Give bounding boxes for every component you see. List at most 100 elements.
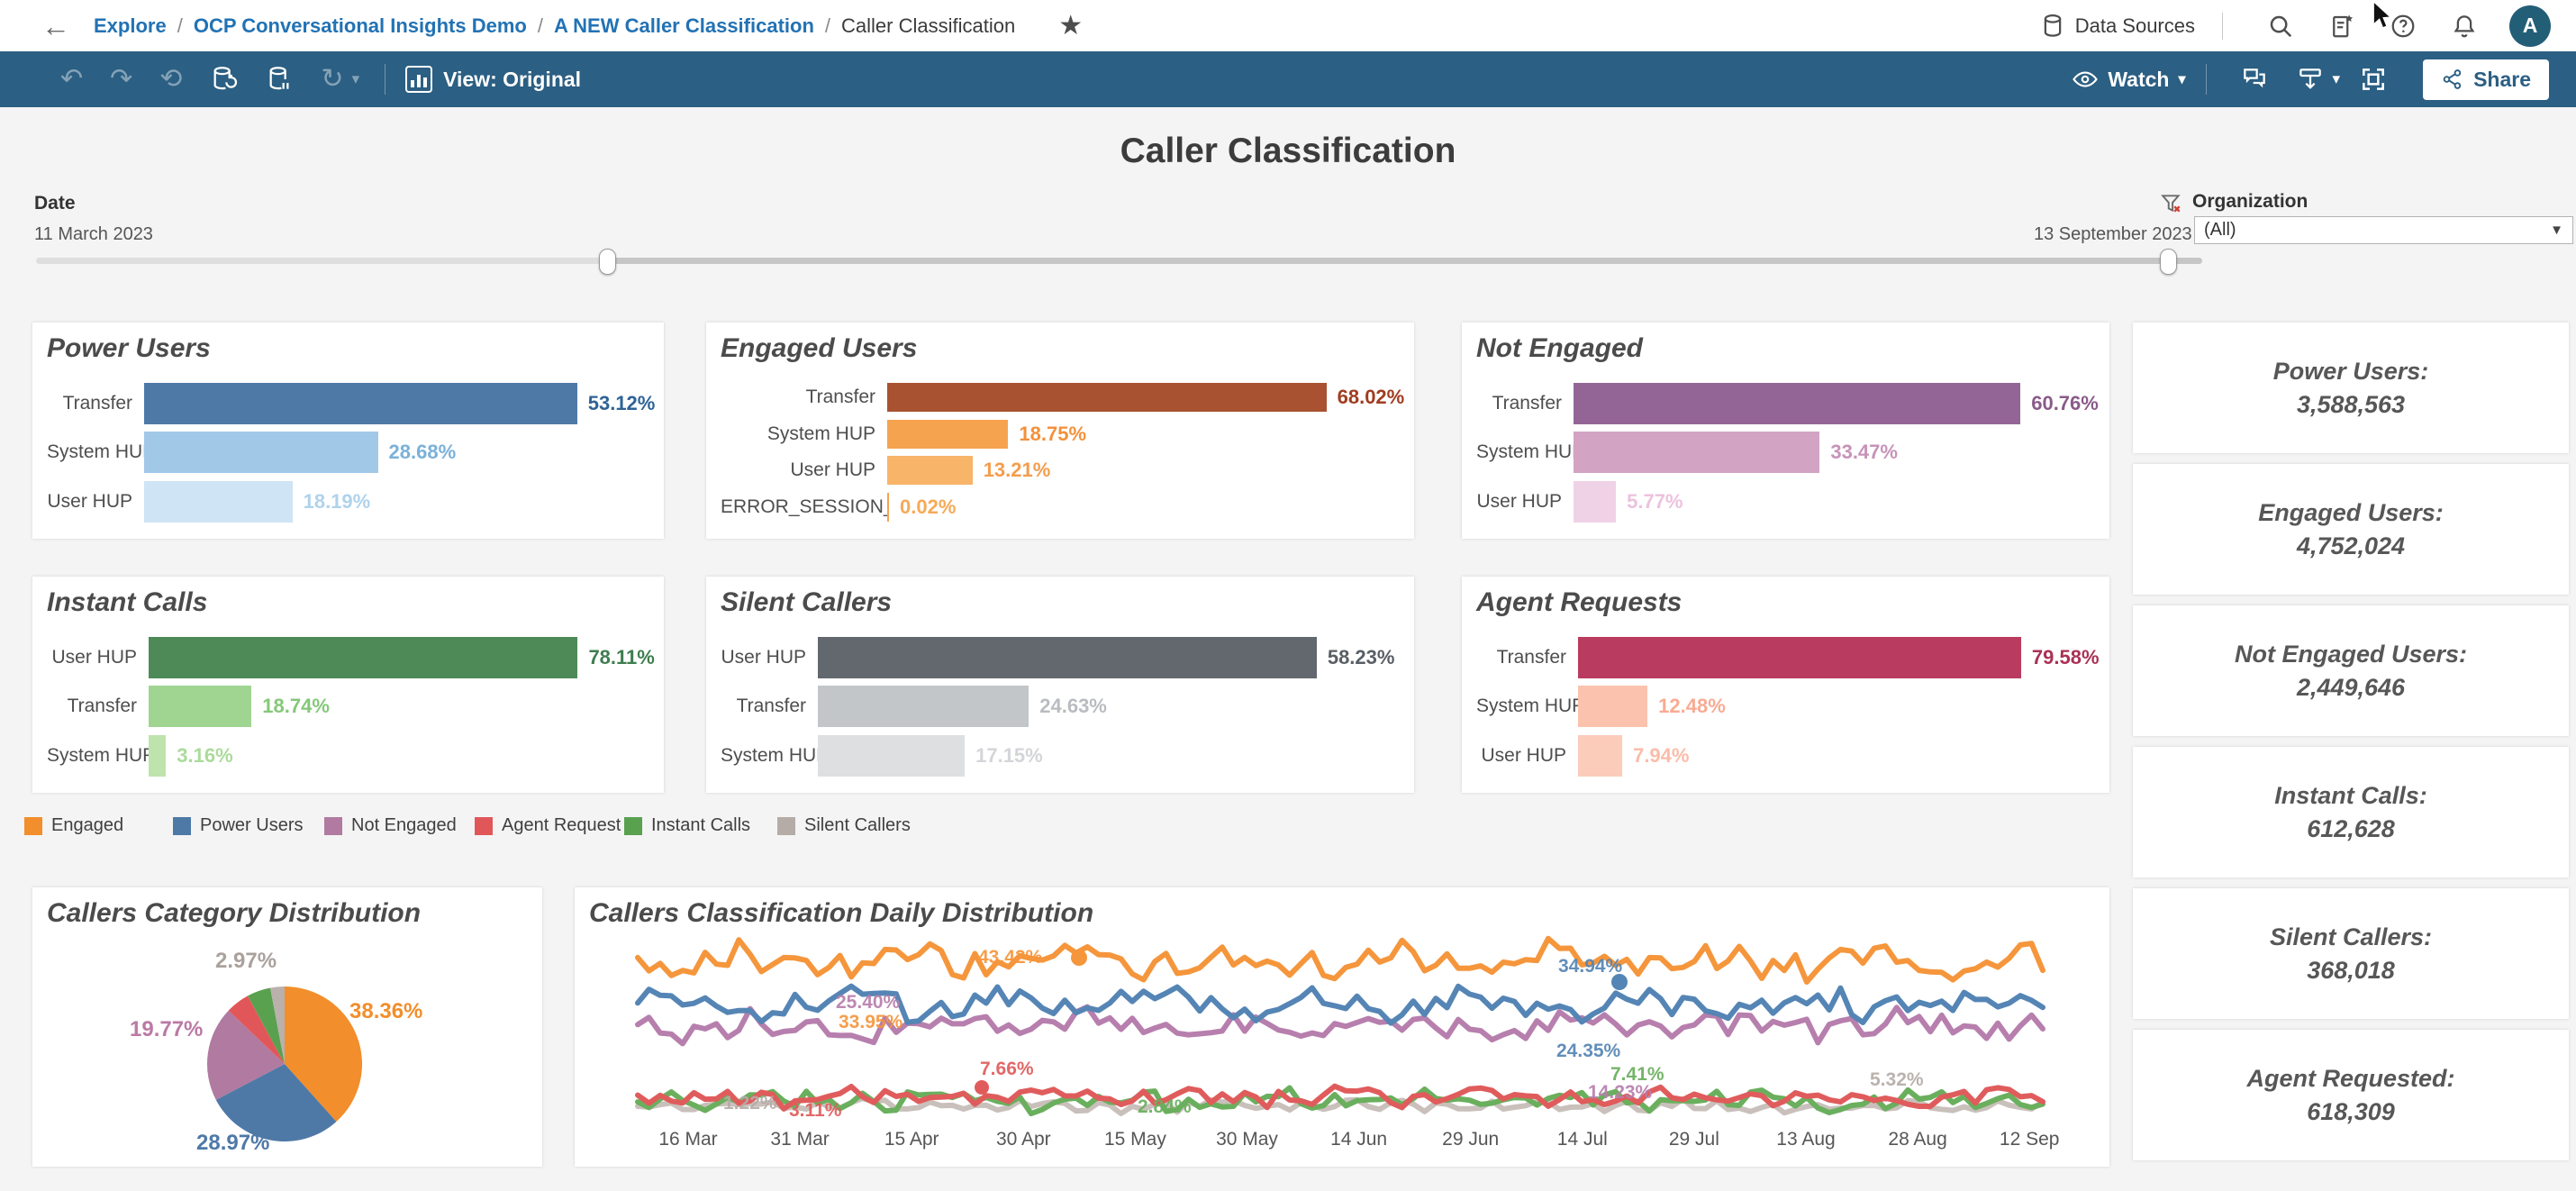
line-chart-card: Callers Classification Daily Distributio…: [575, 887, 2109, 1167]
chart-title: Callers Category Distribution: [47, 898, 421, 929]
back-arrow-icon[interactable]: ←: [41, 12, 70, 41]
view-original-button[interactable]: View: Original: [405, 66, 581, 93]
breadcrumb-separator: /: [825, 14, 830, 38]
mark-label: 7.66%: [980, 1059, 1034, 1080]
divider: [2222, 13, 2223, 40]
bar-value-label: 7.94%: [1633, 744, 1689, 768]
download-caret-icon[interactable]: ▾: [2333, 70, 2341, 88]
bar-value-label: 13.21%: [984, 459, 1051, 482]
data-point-marker[interactable]: [975, 1080, 989, 1095]
bar[interactable]: [144, 383, 577, 424]
bar[interactable]: [144, 432, 378, 473]
bar[interactable]: [1578, 637, 2021, 678]
bar[interactable]: [144, 481, 293, 523]
bar[interactable]: [1574, 432, 1819, 473]
breadcrumb-item[interactable]: A NEW Caller Classification: [554, 14, 814, 38]
mark-label: 2.84%: [1138, 1096, 1192, 1118]
breadcrumb-item[interactable]: Explore: [94, 14, 167, 38]
bar-row: User HUP5.77%: [1476, 481, 2093, 523]
stat-value: 2,449,646: [2297, 674, 2405, 702]
bar[interactable]: [1578, 735, 1622, 777]
stat-card: Agent Requested:618,309: [2133, 1030, 2569, 1160]
stat-label: Engaged Users:: [2258, 499, 2444, 527]
revert-icon[interactable]: ⟲: [159, 66, 182, 93]
pie-chart[interactable]: [195, 974, 375, 1154]
bar[interactable]: [818, 686, 1029, 727]
bar-value-label: 18.75%: [1019, 423, 1086, 446]
redo-icon[interactable]: ↷: [110, 66, 132, 93]
date-range-slider[interactable]: [36, 258, 2178, 264]
refresh-data-icon[interactable]: [209, 65, 238, 94]
favorite-star-icon[interactable]: ★: [1058, 10, 1083, 41]
bar-row: Transfer24.63%: [721, 686, 1398, 727]
bar[interactable]: [818, 735, 965, 777]
download-icon[interactable]: [2296, 65, 2325, 94]
bar-row: Transfer18.74%: [47, 686, 648, 727]
search-icon[interactable]: [2267, 13, 2294, 40]
bar[interactable]: [1578, 686, 1647, 727]
run-update-icon[interactable]: ↻: [321, 66, 343, 93]
x-axis-tick: 30 Apr: [996, 1129, 1051, 1150]
pause-data-icon[interactable]: [265, 65, 294, 94]
bar[interactable]: [887, 383, 1327, 412]
request-access-icon[interactable]: [2328, 13, 2355, 40]
bar[interactable]: [818, 637, 1317, 678]
watch-button[interactable]: Watch ▾: [2072, 66, 2185, 93]
line-series-engaged[interactable]: [638, 939, 2043, 982]
chart-title: Engaged Users: [721, 333, 917, 364]
share-button[interactable]: Share: [2423, 59, 2549, 100]
bar-row: System HUP12.48%: [1476, 686, 2093, 727]
bar-category-label: System HUP: [721, 745, 818, 767]
legend-item[interactable]: Instant Calls: [624, 815, 750, 836]
bar[interactable]: [1574, 383, 2020, 424]
bar[interactable]: [1574, 481, 1616, 523]
date-slider-right-handle[interactable]: [2160, 249, 2177, 275]
undo-icon[interactable]: ↶: [60, 66, 83, 93]
pie-label-engaged: 38.36%: [349, 999, 422, 1024]
legend-swatch: [475, 817, 493, 835]
bar-category-label: Transfer: [721, 386, 887, 408]
pie-label-silent: 2.97%: [215, 949, 277, 974]
pie-label-not-engaged: 19.77%: [130, 1017, 203, 1042]
bar-row: System HUP 18.75%: [721, 420, 1398, 449]
user-avatar[interactable]: A: [2509, 5, 2551, 47]
legend-item[interactable]: Agent Request: [475, 815, 621, 836]
bar[interactable]: [887, 493, 889, 522]
bar-category-label: System HUP: [721, 423, 887, 445]
bar[interactable]: [887, 456, 973, 485]
bar-value-label: 5.77%: [1627, 490, 1683, 514]
watch-caret-icon: ▾: [2178, 70, 2185, 88]
bar-value-label: 17.15%: [975, 744, 1043, 768]
breadcrumb-item[interactable]: OCP Conversational Insights Demo: [194, 14, 527, 38]
comments-icon[interactable]: [2240, 65, 2269, 94]
legend-item[interactable]: Power Users: [173, 815, 303, 836]
bar-row: User HUP18.19%: [47, 481, 648, 523]
legend-item[interactable]: Not Engaged: [324, 815, 457, 836]
legend-item[interactable]: Silent Callers: [777, 815, 911, 836]
run-update-caret-icon[interactable]: ▾: [352, 70, 360, 88]
data-sources-button[interactable]: Data Sources: [2039, 13, 2195, 40]
legend-label: Instant Calls: [651, 815, 750, 836]
chart-title: Instant Calls: [47, 587, 207, 618]
dashboard-title: Caller Classification: [1120, 132, 1456, 171]
notifications-bell-icon[interactable]: [2451, 13, 2478, 40]
bar-value-label: 24.63%: [1039, 695, 1107, 718]
bar-rows: Transfer60.76%System HUP33.47%User HUP5.…: [1476, 375, 2093, 530]
chart-title: Agent Requests: [1476, 587, 1682, 618]
bar[interactable]: [149, 735, 166, 777]
organization-dropdown[interactable]: (All) ▼: [2194, 216, 2573, 244]
date-slider-left-handle[interactable]: [599, 249, 616, 275]
legend-item[interactable]: Engaged: [24, 815, 123, 836]
x-axis-tick: 29 Jun: [1442, 1129, 1499, 1150]
bar[interactable]: [149, 637, 577, 678]
bar[interactable]: [887, 420, 1008, 449]
clear-filter-icon[interactable]: [2160, 192, 2183, 215]
fullscreen-icon[interactable]: [2359, 65, 2388, 94]
data-point-marker[interactable]: [1071, 950, 1087, 966]
bar[interactable]: [149, 686, 251, 727]
mark-label: 1.22%: [723, 1093, 777, 1114]
bar-value-label: 3.16%: [177, 744, 232, 768]
x-axis-tick: 14 Jul: [1557, 1129, 1608, 1150]
bar-value-label: 0.02%: [900, 495, 956, 519]
chevron-down-icon: ▼: [2550, 223, 2563, 238]
